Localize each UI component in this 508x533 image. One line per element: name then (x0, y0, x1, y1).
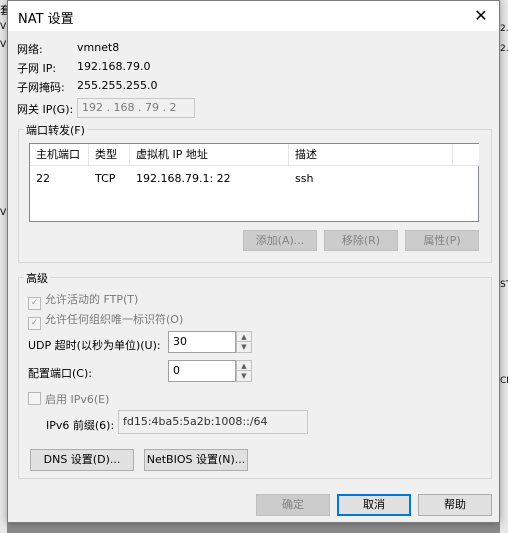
spin-down-icon[interactable]: ▼ (237, 342, 251, 352)
spin-down-icon[interactable]: ▼ (237, 371, 251, 381)
ipv6-prefix-label: IPv6 前缀(6): (46, 419, 115, 432)
checkmark-icon: ✓ (28, 317, 41, 330)
add-button[interactable]: 添加(A)... (243, 230, 317, 251)
title-bar: NAT 设置 ✕ (8, 1, 499, 31)
advanced-title: 高级 (24, 270, 50, 286)
gateway-ip-field[interactable]: 192 . 168 . 79 . 2 (77, 98, 195, 118)
list-header: 主机端口 类型 虚拟机 IP 地址 描述 (30, 144, 479, 166)
allow-uid-checkbox[interactable]: ✓ 允许任何组织唯一标识符(O) (28, 311, 183, 330)
cancel-button[interactable]: 取消 (337, 494, 411, 516)
enable-ipv6-label: 启用 IPv6(E) (45, 393, 110, 406)
network-label: 网络: (17, 43, 43, 56)
background-window-right (500, 0, 508, 533)
spin-up-icon[interactable]: ▲ (237, 332, 251, 342)
port-forwarding-list[interactable]: 主机端口 类型 虚拟机 IP 地址 描述 22 TCP 192.168.79.1… (29, 143, 479, 222)
background-text: 2. (500, 44, 508, 54)
close-button[interactable]: ✕ (469, 4, 493, 28)
cell-host-port: 22 (36, 172, 50, 185)
udp-timeout-label: UDP 超时(以秒为单位)(U): (28, 339, 161, 352)
background-text: V (0, 40, 7, 50)
network-value: vmnet8 (77, 41, 120, 54)
subnet-ip-label: 子网 IP: (17, 62, 57, 75)
column-header-type[interactable]: 类型 (89, 144, 130, 166)
ok-button[interactable]: 确定 (256, 494, 330, 516)
gateway-ip-label: 网关 IP(G): (17, 103, 74, 116)
subnet-mask-value: 255.255.255.0 (77, 79, 158, 92)
column-header-host-port[interactable]: 主机端口 (30, 144, 89, 166)
dns-settings-button[interactable]: DNS 设置(D)... (30, 449, 134, 471)
config-port-spinner[interactable]: ▲ ▼ (236, 360, 252, 382)
udp-timeout-input[interactable]: 30 (168, 331, 236, 353)
port-forwarding-title: 端口转发(F) (24, 122, 87, 138)
spin-up-icon[interactable]: ▲ (237, 361, 251, 371)
dialog-title: NAT 设置 (18, 12, 74, 27)
nat-settings-dialog: NAT 设置 ✕ 网络: vmnet8 子网 IP: 192.168.79.0 … (7, 0, 500, 523)
config-port-label: 配置端口(C): (28, 367, 92, 380)
config-port-input[interactable]: 0 (168, 360, 236, 382)
background-text: CF (500, 376, 508, 386)
subnet-ip-value: 192.168.79.0 (77, 60, 151, 73)
close-icon: ✕ (474, 6, 488, 25)
allow-ftp-label: 允许活动的 FTP(T) (45, 293, 139, 306)
column-header-filler (453, 144, 479, 166)
ipv6-prefix-field[interactable]: fd15:4ba5:5a2b:1008::/64 (118, 410, 308, 434)
background-text: V (0, 22, 7, 32)
cell-vm-ip: 192.168.79.1: 22 (136, 172, 231, 185)
column-header-description[interactable]: 描述 (289, 144, 453, 166)
allow-ftp-checkbox[interactable]: ✓ 允许活动的 FTP(T) (28, 291, 138, 310)
properties-button[interactable]: 属性(P) (405, 230, 479, 251)
cell-type: TCP (95, 172, 116, 185)
help-button[interactable]: 帮助 (418, 494, 492, 516)
remove-button[interactable]: 移除(R) (324, 230, 398, 251)
checkmark-icon: ✓ (28, 297, 41, 310)
checkbox-icon (28, 392, 41, 405)
allow-uid-label: 允许任何组织唯一标识符(O) (45, 313, 184, 326)
background-text: V (0, 208, 7, 218)
background-text: 2. (500, 24, 508, 34)
background-window-left (0, 0, 7, 533)
netbios-settings-button[interactable]: NetBIOS 设置(N)... (144, 449, 248, 471)
column-header-vm-ip[interactable]: 虚拟机 IP 地址 (130, 144, 289, 166)
enable-ipv6-checkbox[interactable]: 启用 IPv6(E) (28, 391, 109, 407)
cell-description: ssh (295, 172, 314, 185)
subnet-mask-label: 子网掩码: (17, 81, 65, 94)
udp-timeout-spinner[interactable]: ▲ ▼ (236, 331, 252, 353)
background-text: ST (500, 280, 508, 290)
